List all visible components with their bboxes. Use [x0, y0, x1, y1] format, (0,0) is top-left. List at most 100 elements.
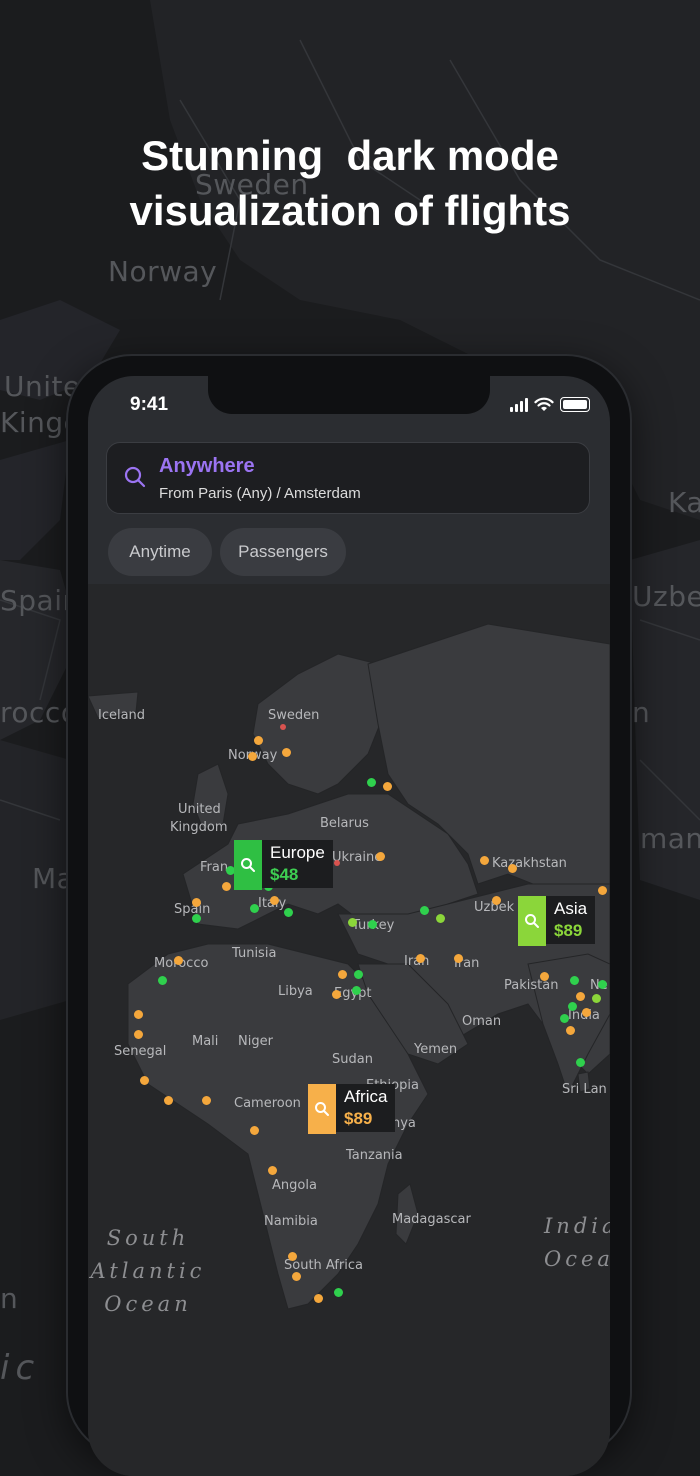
- destination-dot[interactable]: [158, 976, 167, 985]
- destination-dot[interactable]: [416, 954, 425, 963]
- destination-dot[interactable]: [140, 1076, 149, 1085]
- destination-dot[interactable]: [282, 748, 291, 757]
- destination-dot[interactable]: [582, 1008, 591, 1017]
- destination-dot[interactable]: [134, 1030, 143, 1039]
- map-label-niger: Niger: [238, 1034, 273, 1049]
- map-label-cameroon: Cameroon: [234, 1096, 301, 1111]
- phone-notch: [208, 376, 490, 414]
- destination-dot[interactable]: [254, 736, 263, 745]
- map-label-namibia: Namibia: [264, 1214, 318, 1229]
- flight-map[interactable]: Iceland Sweden Norway United Kingdom Bel…: [88, 584, 610, 1476]
- destination-dot[interactable]: [348, 918, 357, 927]
- map-label-sweden: Sweden: [268, 708, 320, 723]
- destination-dot[interactable]: [367, 778, 376, 787]
- bg-label-oman: man: [640, 822, 700, 855]
- destination-dot[interactable]: [566, 1026, 575, 1035]
- pin-price: $48: [270, 865, 299, 884]
- search-icon: [123, 465, 147, 489]
- destination-dot[interactable]: [592, 994, 601, 1003]
- destination-dot[interactable]: [192, 914, 201, 923]
- search-icon: [308, 1084, 336, 1134]
- map-label-kingdom: Kingdom: [170, 820, 228, 835]
- search-icon: [234, 840, 262, 890]
- destination-dot[interactable]: [383, 782, 392, 791]
- destination-dot[interactable]: [560, 1014, 569, 1023]
- destination-dot[interactable]: [134, 1010, 143, 1019]
- map-land: [88, 623, 610, 1310]
- ocean-label-atlantic: South Atlantic Ocean: [90, 1226, 206, 1316]
- destination-dot[interactable]: [420, 906, 429, 915]
- destination-dot[interactable]: [454, 954, 463, 963]
- map-label-oman: Oman: [462, 1014, 502, 1029]
- destination-dot[interactable]: [436, 914, 445, 923]
- map-label-iceland: Iceland: [98, 708, 146, 723]
- map-label-kenya: nya: [392, 1116, 416, 1131]
- bg-label-morocco: rocco: [0, 696, 79, 729]
- destination-dot[interactable]: [202, 1096, 211, 1105]
- destination-dot[interactable]: [248, 752, 257, 761]
- search-bar[interactable]: Anywhere From Paris (Any) / Amsterdam: [106, 442, 590, 514]
- destination-dot[interactable]: [568, 1002, 577, 1011]
- pin-price: $89: [344, 1109, 373, 1128]
- destination-dot[interactable]: [192, 898, 201, 907]
- bg-label-edge: n: [0, 1282, 19, 1315]
- filter-passengers-chip[interactable]: Passengers: [220, 528, 346, 576]
- headline: Stunning dark mode visualization of flig…: [0, 128, 700, 238]
- filter-anytime-chip[interactable]: Anytime: [108, 528, 212, 576]
- bg-label-iran: n: [632, 696, 651, 729]
- cellular-signal-icon: [510, 398, 528, 412]
- destination-dot[interactable]: [284, 908, 293, 917]
- map-label-kazakhstan: Kazakhstan: [492, 856, 567, 871]
- destination-dot[interactable]: [288, 1252, 297, 1261]
- destination-dot[interactable]: [598, 980, 607, 989]
- price-pin-asia[interactable]: Asia $89: [518, 896, 596, 946]
- map-label-angola: Angola: [272, 1178, 317, 1193]
- pin-price: $89: [554, 921, 583, 940]
- map-label-libya: Libya: [278, 984, 313, 999]
- destination-dot[interactable]: [268, 1166, 277, 1175]
- destination-dot[interactable]: [354, 970, 363, 979]
- destination-dot[interactable]: [376, 852, 385, 861]
- destination-dot[interactable]: [222, 882, 231, 891]
- destination-dot[interactable]: [332, 990, 341, 999]
- destination-dot[interactable]: [508, 864, 517, 873]
- destination-dot[interactable]: [250, 904, 259, 913]
- ocean-label-indian: India Ocea: [544, 1214, 610, 1271]
- price-pin-africa[interactable]: Africa $89: [308, 1084, 396, 1134]
- destination-dot[interactable]: [174, 956, 183, 965]
- bg-label-norway: Norway: [108, 255, 218, 288]
- destination-dot[interactable]: [292, 1272, 301, 1281]
- destination-dot[interactable]: [598, 886, 607, 895]
- destination-dot[interactable]: [492, 896, 501, 905]
- headline-line-1: Stunning dark mode: [141, 132, 559, 179]
- destination-dot[interactable]: [334, 860, 340, 866]
- destination-dot[interactable]: [250, 1126, 259, 1135]
- destination-dot[interactable]: [338, 970, 347, 979]
- destination-dot[interactable]: [280, 724, 286, 730]
- search-icon: [518, 896, 546, 946]
- destination-dot[interactable]: [164, 1096, 173, 1105]
- status-icons: [510, 397, 590, 412]
- map-label-yemen: Yemen: [414, 1042, 458, 1057]
- destination-dot[interactable]: [314, 1294, 323, 1303]
- map-label-mali: Mali: [192, 1034, 219, 1049]
- destination-dot[interactable]: [352, 986, 361, 995]
- destination-dot[interactable]: [576, 1058, 585, 1067]
- map-label-france: Fran: [200, 860, 229, 875]
- pin-region-label: Africa: [344, 1087, 388, 1106]
- destination-dot[interactable]: [334, 1288, 343, 1297]
- bg-label-kazakhstan: Ka: [668, 486, 700, 519]
- map-label-tunisia: Tunisia: [232, 946, 277, 961]
- destination-dot[interactable]: [368, 920, 377, 929]
- map-label-senegal: Senegal: [114, 1044, 167, 1059]
- destination-dot[interactable]: [540, 972, 549, 981]
- destination-dot[interactable]: [570, 976, 579, 985]
- search-destination: Anywhere: [159, 455, 255, 477]
- status-time: 9:41: [130, 394, 169, 415]
- destination-dot[interactable]: [270, 896, 279, 905]
- map-label-madagascar: Madagascar: [392, 1212, 471, 1227]
- map-label-sri-lanka: Sri Lan: [562, 1082, 607, 1097]
- destination-dot[interactable]: [480, 856, 489, 865]
- price-pin-europe[interactable]: Europe $48: [234, 840, 333, 890]
- destination-dot[interactable]: [576, 992, 585, 1001]
